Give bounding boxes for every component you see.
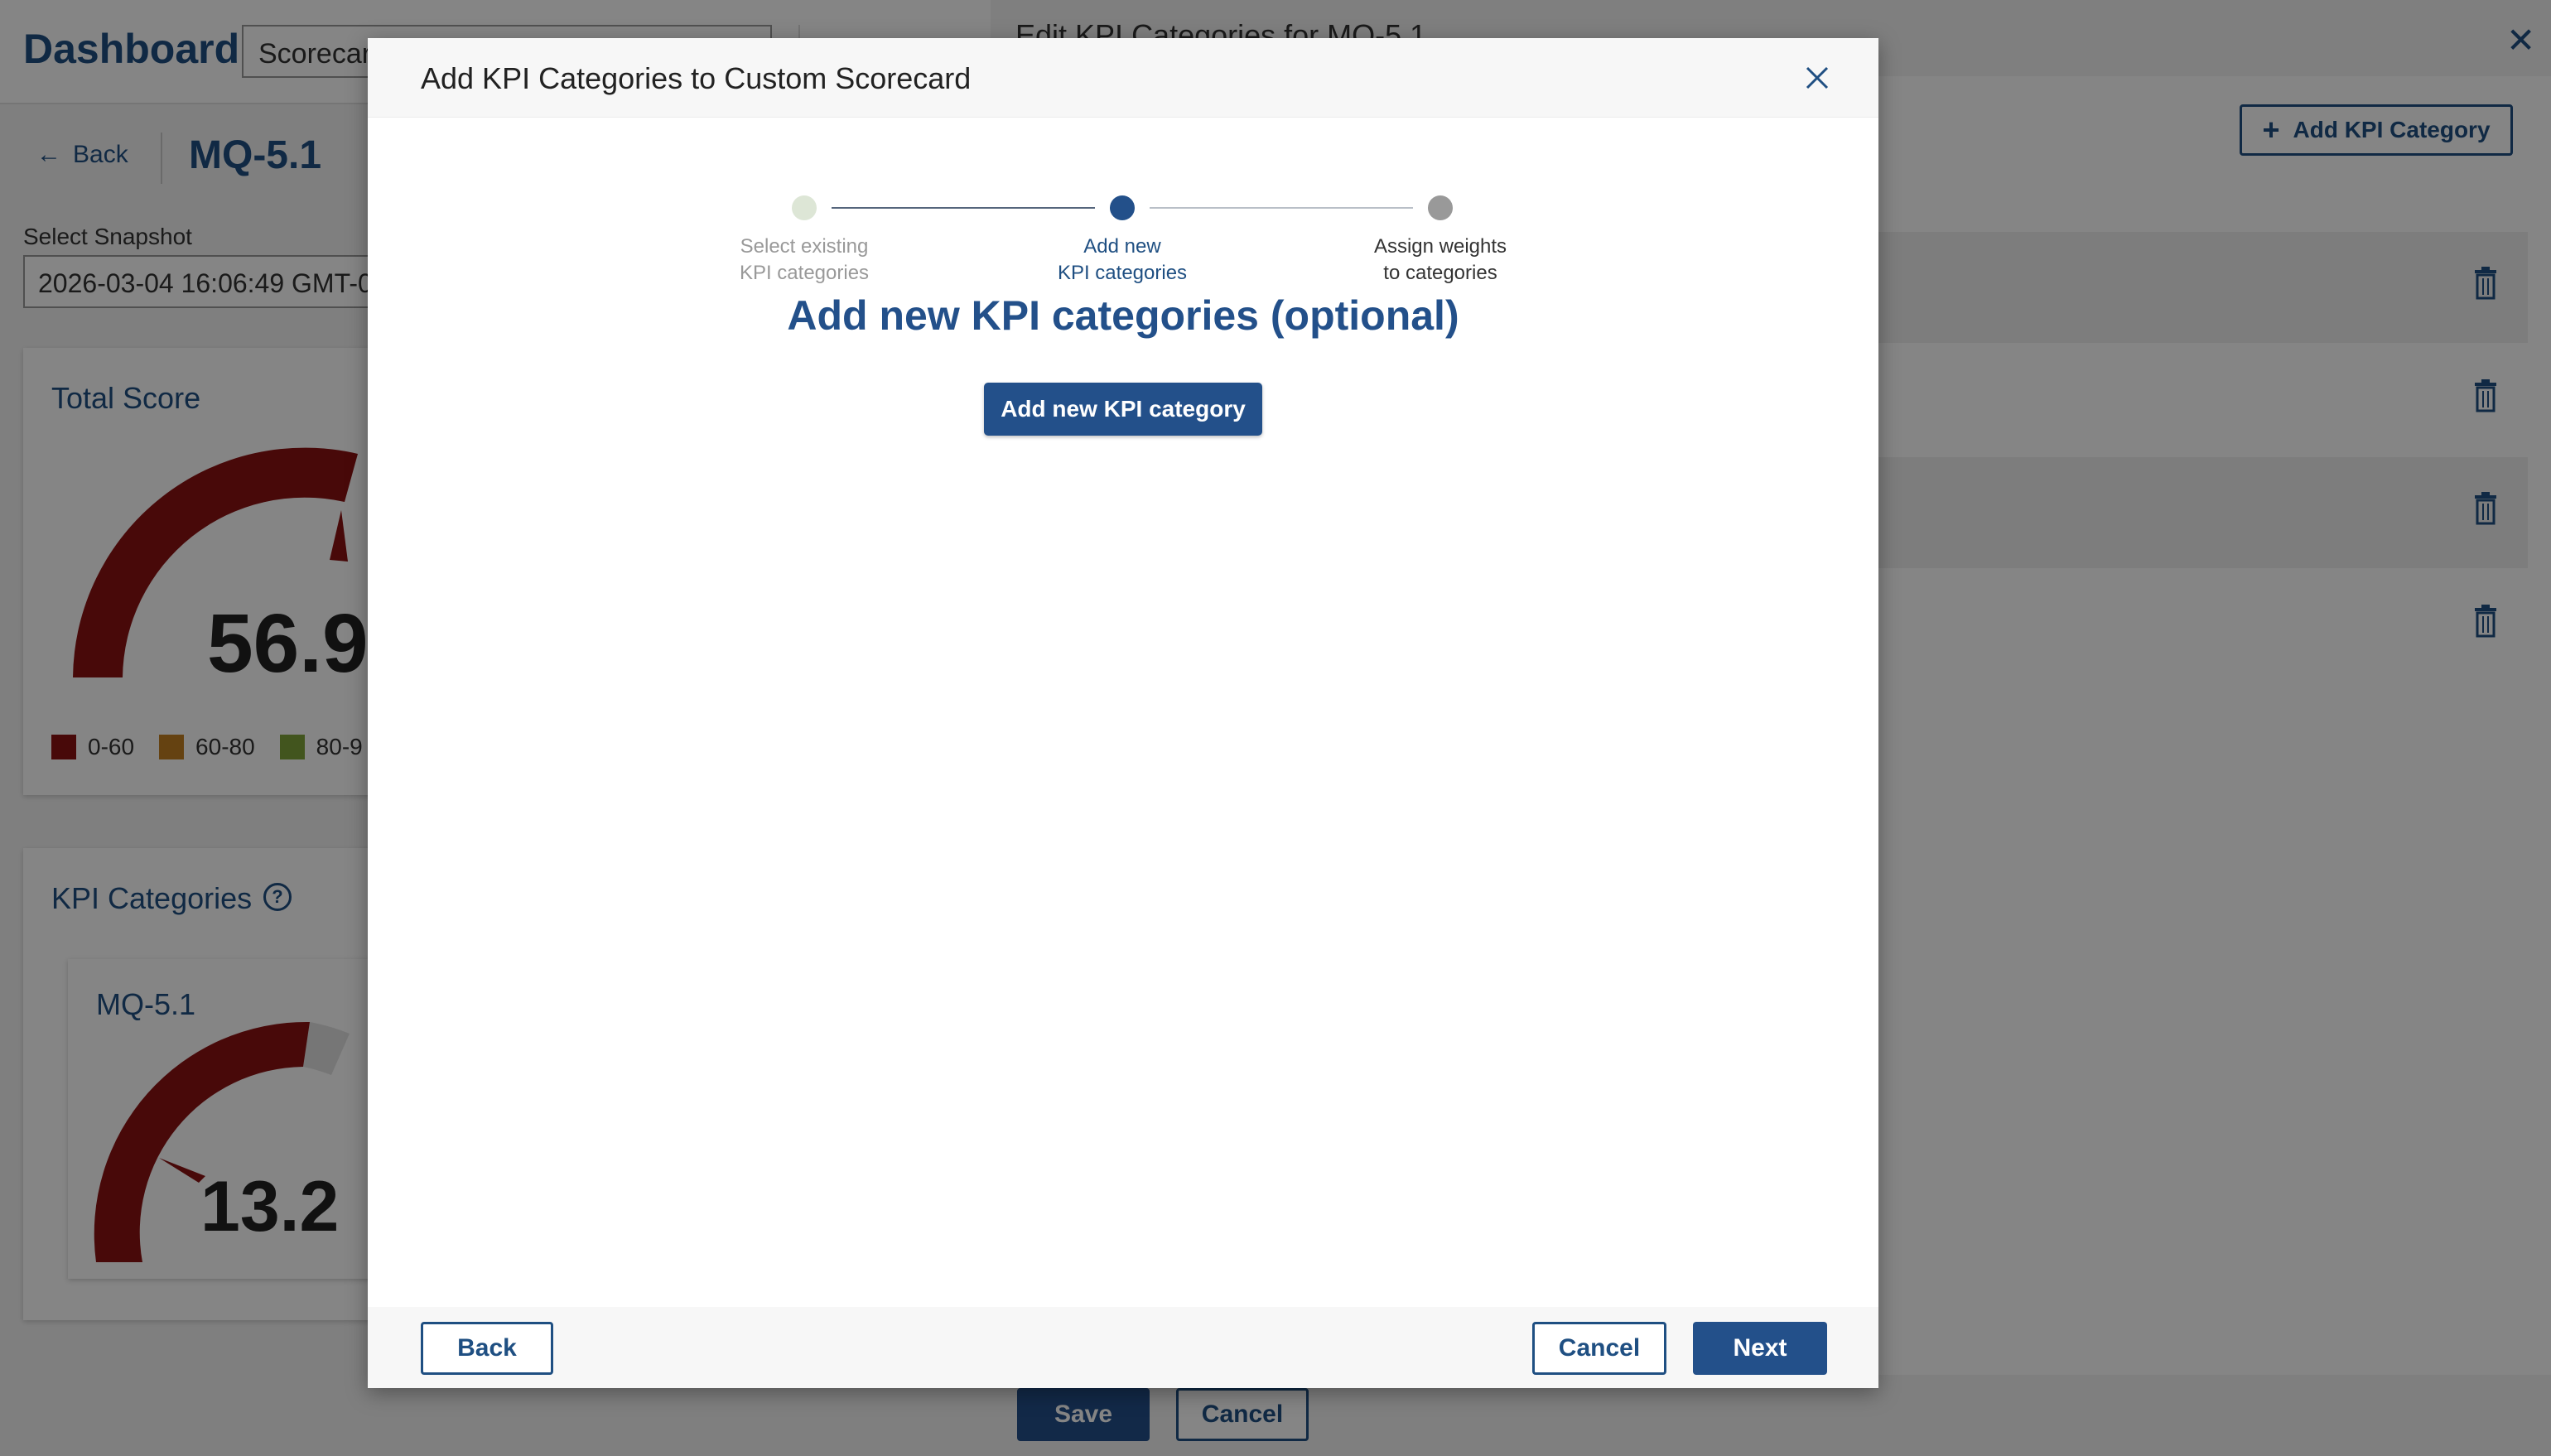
step-indicator-assign-weights: [1428, 195, 1453, 220]
add-new-kpi-category-button[interactable]: Add new KPI category: [984, 383, 1262, 436]
step-indicator-add-new: [1110, 195, 1135, 220]
step-label-add-new: Add new KPI categories: [1057, 235, 1188, 284]
step-heading: Add new KPI categories (optional): [787, 292, 1459, 339]
back-button[interactable]: Back: [421, 1322, 553, 1375]
step-label-select-existing: Select existing KPI categories: [739, 235, 870, 284]
modal-header: Add KPI Categories to Custom Scorecard: [368, 38, 1878, 118]
step-label-assign-weights: Assign weights to categories: [1373, 235, 1507, 284]
step-connector: [832, 207, 1095, 209]
next-button[interactable]: Next: [1693, 1322, 1827, 1375]
step-connector: [1150, 207, 1413, 209]
modal-title: Add KPI Categories to Custom Scorecard: [421, 61, 972, 95]
add-kpi-categories-modal: Add KPI Categories to Custom Scorecard S…: [368, 38, 1878, 1388]
cancel-button[interactable]: Cancel: [1532, 1322, 1666, 1375]
step-indicator-select-existing: [792, 195, 817, 220]
close-icon[interactable]: [1799, 60, 1835, 96]
modal-footer: Back Cancel Next: [368, 1307, 1878, 1388]
wizard-stepper: Select existing KPI categories Add new K…: [368, 154, 1878, 284]
